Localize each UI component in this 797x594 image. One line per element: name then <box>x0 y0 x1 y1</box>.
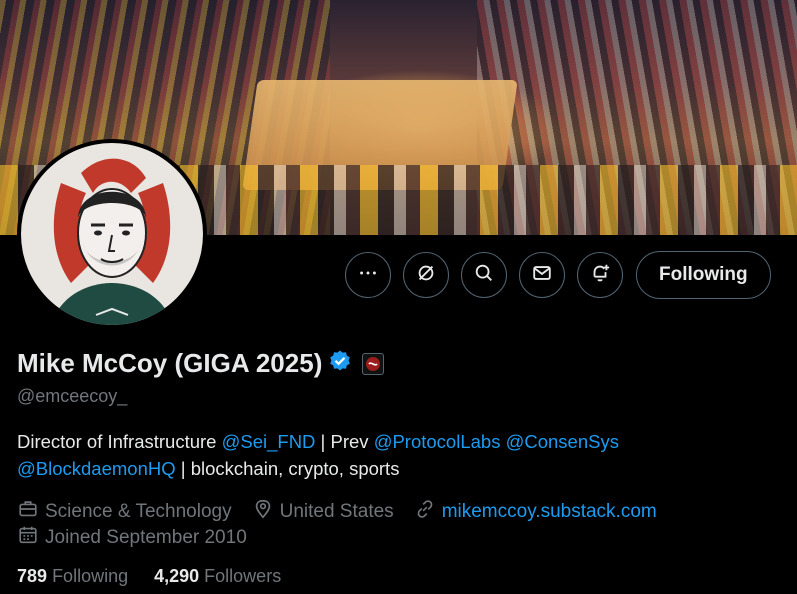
bio-mention-blockdaemon[interactable]: @BlockdaemonHQ <box>17 458 176 479</box>
notify-icon <box>589 262 611 289</box>
bio-text: Director of Infrastructure <box>17 431 222 452</box>
website-link[interactable]: mikemccoy.substack.com <box>442 501 657 523</box>
link-icon <box>414 498 436 526</box>
verified-badge-icon[interactable] <box>328 349 352 378</box>
location-label: United States <box>279 501 394 522</box>
joined-row: Joined September 2010 <box>17 524 247 552</box>
followers-count: 4,290 <box>154 566 200 586</box>
search-icon <box>473 262 495 289</box>
bio: Director of Infrastructure @Sei_FND | Pr… <box>17 428 717 482</box>
name-row: Mike McCoy (GIGA 2025) <box>17 348 385 379</box>
profile-actions: Following <box>345 251 771 299</box>
search-button[interactable] <box>461 252 507 298</box>
bio-text: | Prev <box>315 431 374 452</box>
category-label: Science & Technology <box>45 501 232 522</box>
grok-button[interactable] <box>403 252 449 298</box>
affiliation-badge[interactable] <box>362 352 385 375</box>
location-pin-icon <box>252 498 274 526</box>
avatar-image <box>21 143 203 325</box>
avatar[interactable] <box>17 139 207 329</box>
more-button[interactable] <box>345 252 391 298</box>
bio-mention-protocollabs[interactable]: @ProtocolLabs <box>374 431 501 452</box>
calendar-icon <box>17 524 39 552</box>
more-icon <box>357 262 379 289</box>
display-name: Mike McCoy (GIGA 2025) <box>17 348 323 378</box>
following-button[interactable]: Following <box>636 251 771 299</box>
grok-icon <box>415 262 437 289</box>
joined-label: Joined September 2010 <box>45 527 247 548</box>
profile-meta: Science & Technology United States mikem… <box>17 498 671 526</box>
message-icon <box>531 262 553 289</box>
message-button[interactable] <box>519 252 565 298</box>
notify-button[interactable] <box>577 252 623 298</box>
following-stat[interactable]: 789 Following <box>17 566 128 587</box>
website-item: mikemccoy.substack.com <box>414 498 657 526</box>
handle: @emceecoy_ <box>17 386 128 406</box>
following-label: Following <box>52 566 129 586</box>
followers-label: Followers <box>204 566 282 586</box>
bio-text: | blockchain, crypto, sports <box>175 458 400 479</box>
following-count: 789 <box>17 566 48 586</box>
category-item: Science & Technology <box>17 498 232 526</box>
follow-stats: 789 Following 4,290 Followers <box>17 566 281 587</box>
sei-logo-icon <box>366 356 381 371</box>
followers-stat[interactable]: 4,290 Followers <box>154 566 281 587</box>
briefcase-icon <box>17 498 39 526</box>
bio-mention-sei[interactable]: @Sei_FND <box>222 431 316 452</box>
bio-mention-consensys[interactable]: @ConsenSys <box>506 431 619 452</box>
location-item: United States <box>252 498 394 526</box>
